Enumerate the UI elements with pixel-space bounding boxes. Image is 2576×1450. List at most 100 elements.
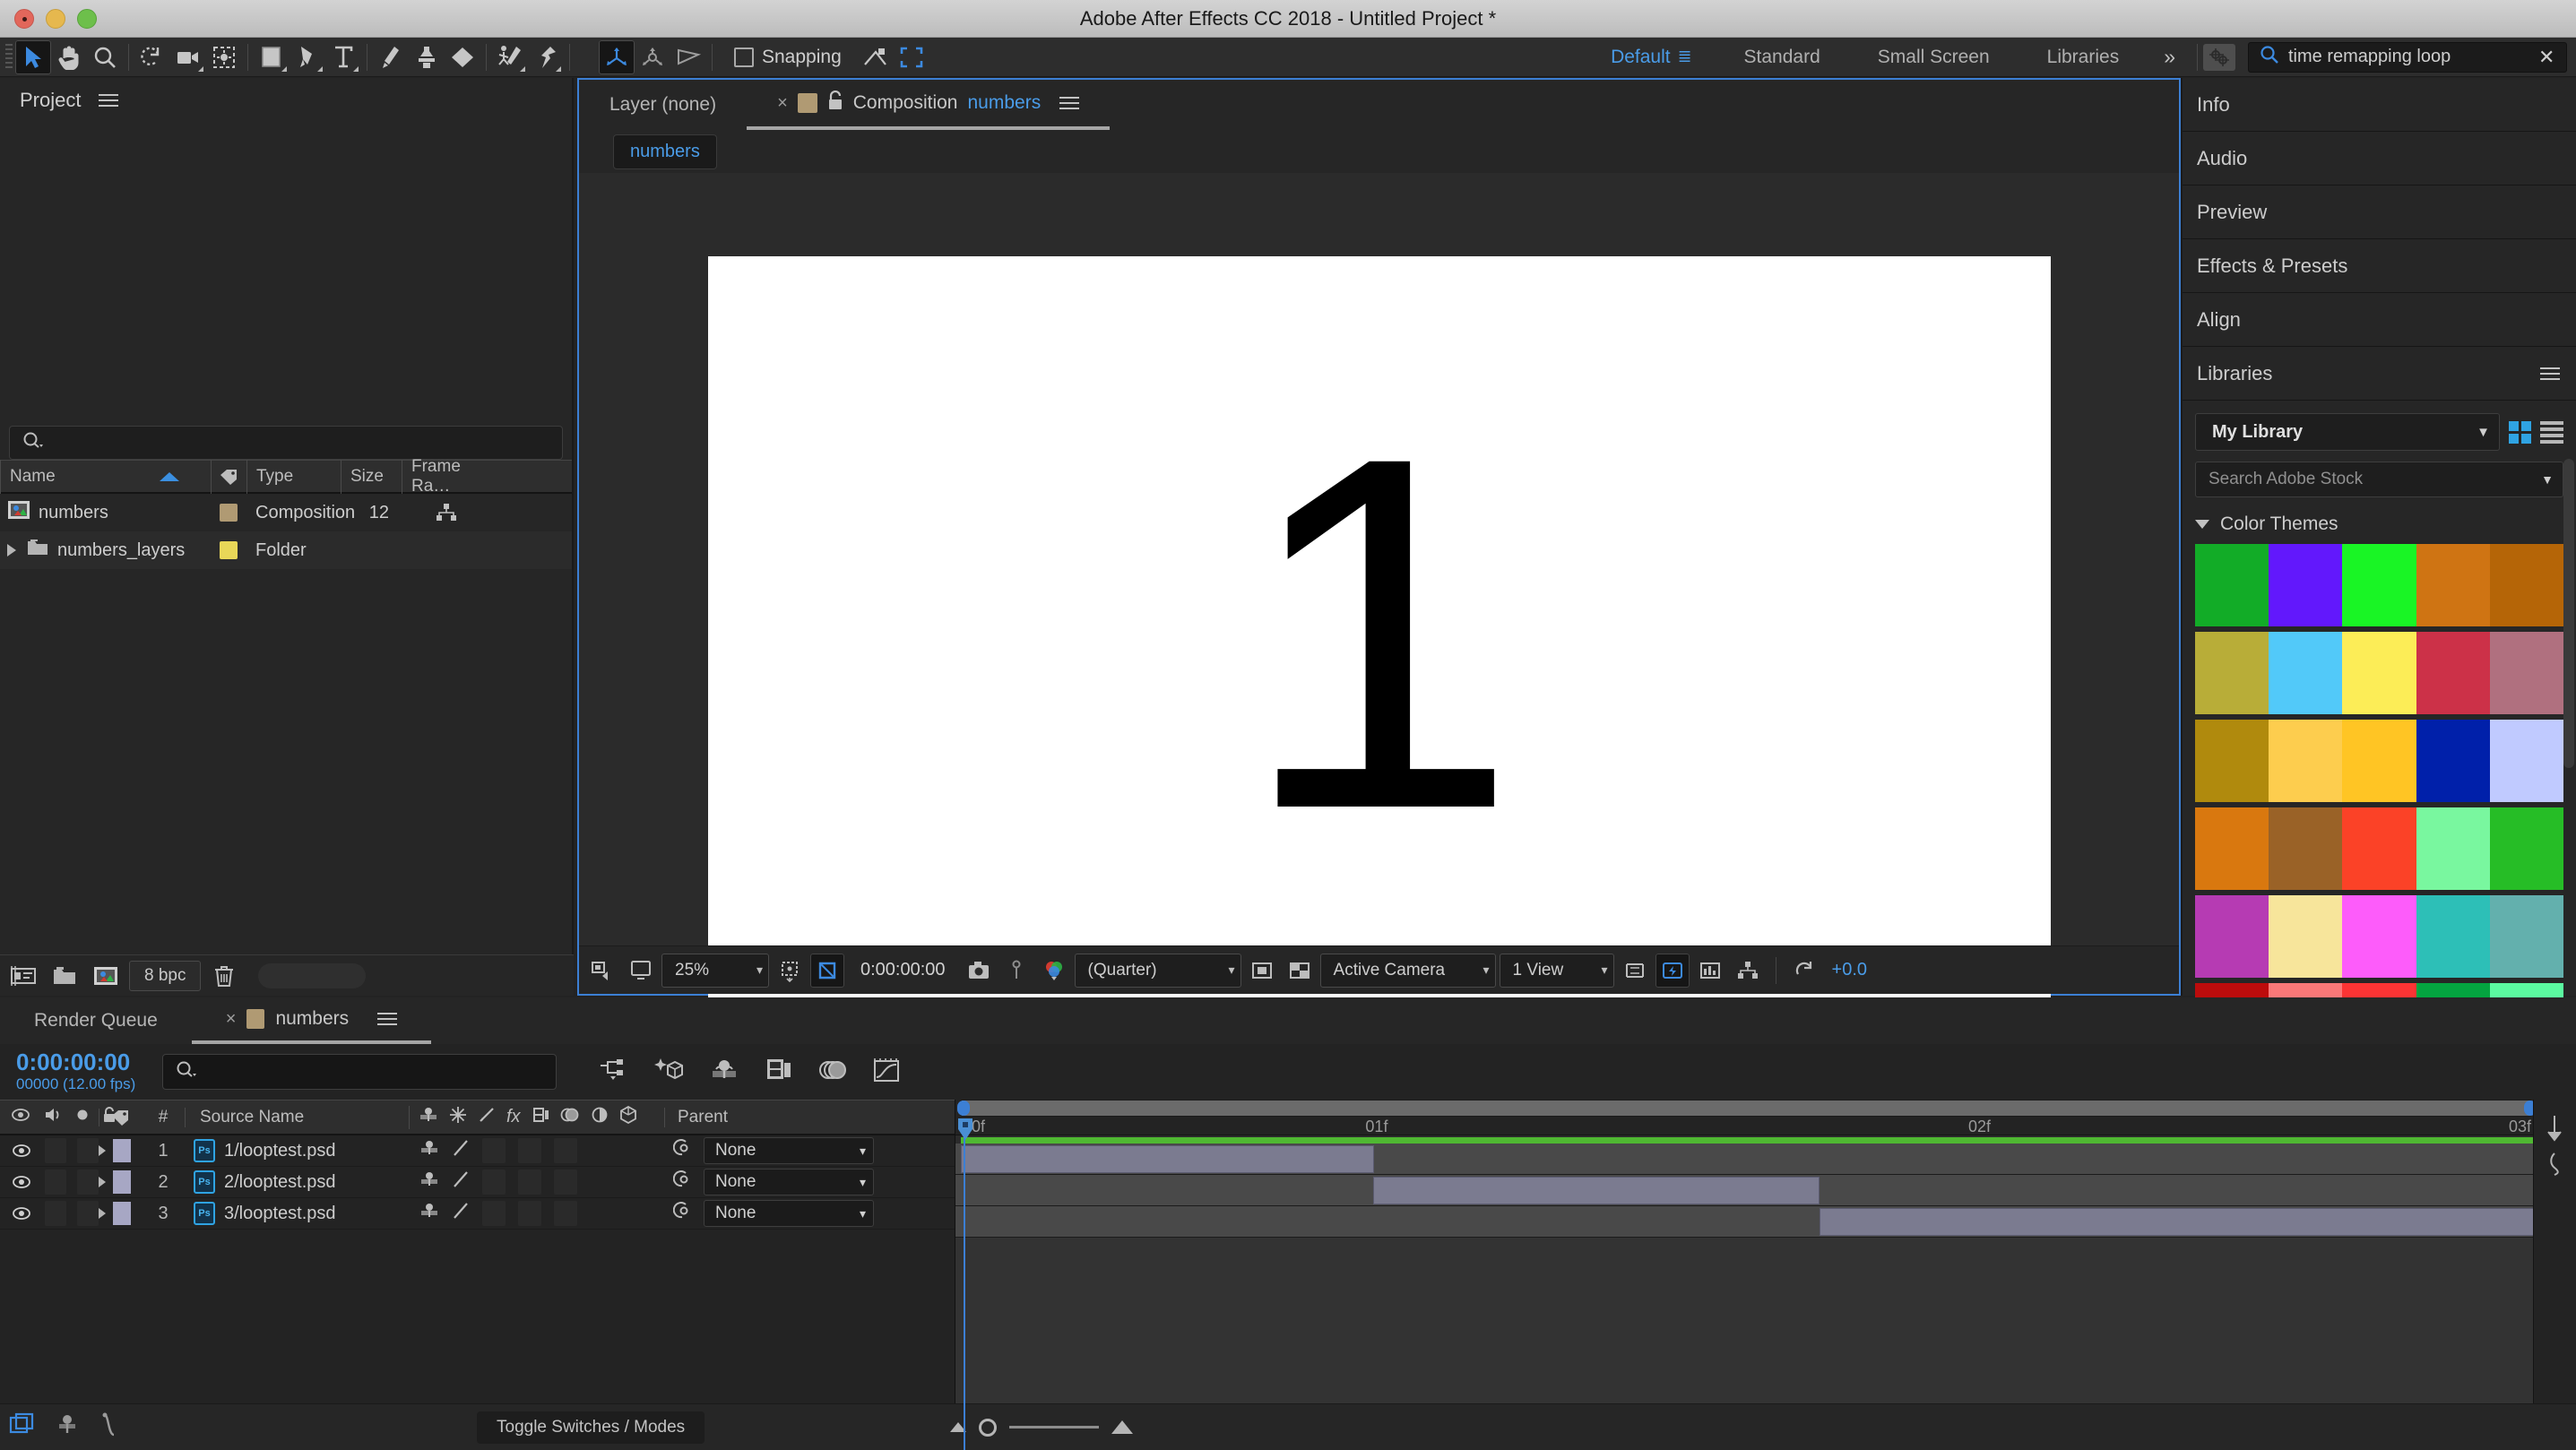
project-search-field[interactable] [9, 426, 563, 460]
workspace-overflow-icon[interactable]: » [2148, 45, 2191, 69]
selection-tool[interactable] [15, 40, 51, 74]
column-header-label[interactable] [211, 460, 246, 494]
shape-tool[interactable] [254, 40, 290, 74]
panel-audio[interactable]: Audio [2183, 132, 2576, 186]
shy-icon[interactable] [419, 1139, 439, 1162]
graph-editor-icon[interactable] [872, 1057, 901, 1088]
always-preview-icon[interactable] [586, 954, 620, 988]
bit-depth-button[interactable]: 8 bpc [129, 961, 201, 991]
scroll-down-icon[interactable] [2545, 1114, 2564, 1149]
toolbar-grip[interactable] [3, 44, 15, 71]
snap-bounds-icon[interactable] [894, 40, 929, 74]
new-composition-icon[interactable] [88, 959, 124, 993]
project-item-row[interactable]: numbers Composition 12 [0, 494, 572, 531]
work-area-start-handle[interactable] [957, 1100, 970, 1116]
shy-icon[interactable] [419, 1170, 439, 1194]
close-tab-icon[interactable]: × [777, 93, 788, 114]
clone-stamp-tool[interactable] [409, 40, 445, 74]
effects-toggle[interactable] [482, 1169, 506, 1195]
timeline-ruler[interactable]: 00f 01f 02f 03f [955, 1100, 2576, 1135]
view-axis-mode-icon[interactable] [670, 40, 706, 74]
main-viewer-icon[interactable] [624, 954, 658, 988]
fast-previews-icon[interactable] [1655, 954, 1690, 988]
layer-row[interactable]: 3 Ps 3/looptest.psd [0, 1198, 955, 1230]
timeline-time-display[interactable]: 0:00:00:00 00000 (12.00 fps) [0, 1050, 135, 1092]
disclosure-triangle-icon[interactable] [7, 544, 16, 557]
column-header-label-color[interactable] [99, 1109, 142, 1126]
column-header-type[interactable]: Type [246, 460, 341, 494]
effects-toggle[interactable] [482, 1201, 506, 1226]
effects-toggle[interactable] [482, 1138, 506, 1163]
playhead-handle[interactable] [957, 1118, 973, 1141]
layer-duration-bar[interactable] [1373, 1177, 1819, 1204]
motion-blur-toggle[interactable] [554, 1169, 577, 1195]
workspace-tab-standard[interactable]: Standard [1716, 47, 1849, 68]
work-area-bar[interactable] [961, 1100, 2531, 1117]
help-search-input[interactable] [2288, 47, 2526, 67]
composition-canvas[interactable]: 1 [708, 256, 2051, 1011]
pixel-aspect-correction-icon[interactable] [1618, 954, 1652, 988]
disclosure-triangle-icon[interactable] [99, 1177, 106, 1187]
take-snapshot-icon[interactable] [962, 954, 996, 988]
motion-blur-toggle[interactable] [554, 1201, 577, 1226]
layer-duration-bar[interactable] [961, 1145, 1374, 1173]
view-layout-dropdown[interactable]: 1 View ▾ [1500, 954, 1614, 988]
layer-label[interactable] [99, 1170, 142, 1194]
solo-toggle[interactable] [77, 1201, 99, 1226]
quality-icon[interactable] [452, 1169, 470, 1195]
puppet-pin-tool[interactable] [528, 40, 564, 74]
workspace-menu-icon[interactable]: ≣ [1678, 47, 1716, 67]
tab-layer[interactable]: Layer (none) [579, 80, 747, 130]
composition-viewer-stage[interactable]: 1 [579, 173, 2179, 945]
zoom-slider-knob[interactable] [979, 1419, 997, 1437]
project-panel-menu-icon[interactable] [99, 94, 118, 107]
hide-shy-footer-icon[interactable] [56, 1412, 79, 1442]
layer-row[interactable]: 2 Ps 2/looptest.psd [0, 1167, 955, 1198]
disclosure-triangle-icon[interactable] [99, 1145, 106, 1156]
hand-tool[interactable] [51, 40, 87, 74]
parent-dropdown[interactable]: None ▾ [704, 1200, 874, 1227]
parent-pickwhip-icon[interactable] [673, 1169, 695, 1195]
solo-toggle[interactable] [77, 1169, 99, 1195]
list-view-icon[interactable] [2540, 421, 2563, 444]
show-snapshot-icon[interactable] [999, 954, 1033, 988]
snapping-checkbox[interactable] [734, 47, 754, 67]
parent-pickwhip-icon[interactable] [673, 1138, 695, 1163]
column-header-number[interactable]: # [142, 1108, 185, 1127]
zoom-level-dropdown[interactable]: 25% ▾ [661, 954, 769, 988]
workspace-tab-libraries[interactable]: Libraries [2018, 47, 2148, 68]
track-row[interactable] [955, 1206, 2576, 1238]
composition-panel-menu-icon[interactable] [1059, 97, 1079, 109]
close-tab-icon[interactable]: × [226, 1009, 237, 1030]
region-of-interest-icon[interactable] [1245, 954, 1279, 988]
disclosure-triangle-icon[interactable] [99, 1208, 106, 1219]
timeline-view-icon[interactable] [1693, 954, 1727, 988]
camera-view-dropdown[interactable]: Active Camera ▾ [1320, 954, 1496, 988]
motion-blur-toggle[interactable] [554, 1138, 577, 1163]
timeline-track-pane[interactable]: 00f 01f 02f 03f [955, 1100, 2576, 1450]
roto-brush-tool[interactable] [492, 40, 528, 74]
frame-blend-toggle[interactable] [518, 1138, 541, 1163]
quality-icon[interactable] [452, 1138, 470, 1163]
interpret-footage-icon[interactable] [5, 959, 41, 993]
parent-dropdown[interactable]: None ▾ [704, 1137, 874, 1164]
timeline-search-field[interactable] [162, 1054, 557, 1090]
transparency-grid-icon[interactable] [1283, 954, 1317, 988]
timeline-panel-menu-icon[interactable] [377, 1013, 397, 1025]
timeline-zoom-slider[interactable] [950, 1419, 1133, 1437]
frame-blend-toggle[interactable] [518, 1169, 541, 1195]
layer-row[interactable]: 1 Ps 1/looptest.psd [0, 1135, 955, 1167]
brush-tool[interactable] [373, 40, 409, 74]
toggle-mask-paths-icon[interactable] [810, 954, 844, 988]
project-item-label-color[interactable] [211, 494, 246, 531]
shy-icon[interactable] [419, 1202, 439, 1225]
grid-guides-icon[interactable] [773, 954, 807, 988]
hide-shy-layers-icon[interactable] [709, 1057, 739, 1087]
zoom-in-icon[interactable] [1111, 1420, 1133, 1434]
world-axis-mode-icon[interactable] [635, 40, 670, 74]
resolution-dropdown[interactable]: (Quarter) ▾ [1075, 954, 1241, 988]
color-theme-row[interactable] [2195, 544, 2563, 626]
column-header-frame-rate[interactable]: Frame Ra… [402, 460, 491, 494]
quality-icon[interactable] [452, 1201, 470, 1226]
panel-align[interactable]: Align [2183, 293, 2576, 347]
